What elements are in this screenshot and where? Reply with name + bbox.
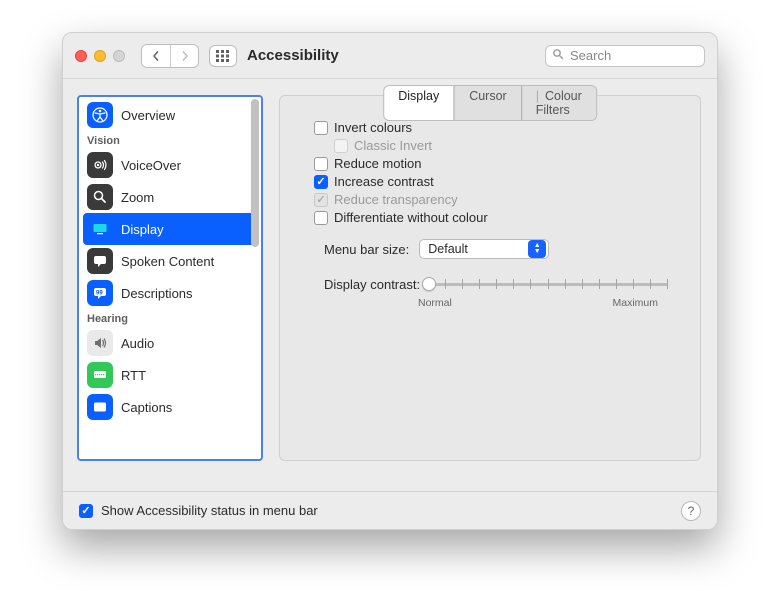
- sidebar-item-label: Zoom: [121, 190, 154, 205]
- window-controls: [75, 50, 125, 62]
- checkbox-show-status[interactable]: [79, 504, 93, 518]
- search-icon: [552, 48, 564, 63]
- tab-display[interactable]: Display: [384, 86, 454, 120]
- show-status-label: Show Accessibility status in menu bar: [101, 503, 318, 518]
- option-reduce-transparency: Reduce transparency: [314, 192, 684, 207]
- tab-cursor[interactable]: Cursor: [454, 86, 521, 120]
- tab-colour-filters[interactable]: |Colour Filters: [521, 86, 596, 120]
- display-icon: [87, 216, 113, 242]
- rtt-icon: [87, 362, 113, 388]
- sidebar: Overview Vision VoiceOver Zoom: [77, 95, 263, 461]
- grid-icon: [216, 50, 230, 62]
- sidebar-item-descriptions[interactable]: 99 Descriptions: [83, 277, 257, 309]
- sidebar-item-rtt[interactable]: RTT: [83, 359, 257, 391]
- zoom-icon: [87, 184, 113, 210]
- menu-bar-size-value: Default: [428, 242, 468, 256]
- sidebar-item-label: Captions: [121, 400, 172, 415]
- option-classic-invert: Classic Invert: [334, 138, 684, 153]
- zoom-window-button[interactable]: [113, 50, 125, 62]
- settings-panel: Display Cursor |Colour Filters Invert co…: [279, 95, 701, 461]
- sidebar-item-zoom[interactable]: Zoom: [83, 181, 257, 213]
- sidebar-scrollbar[interactable]: [251, 99, 259, 247]
- preferences-window: Accessibility Search Overview Vision: [62, 32, 718, 530]
- voiceover-icon: [87, 152, 113, 178]
- search-placeholder: Search: [570, 48, 611, 63]
- chevron-right-icon: [180, 51, 190, 61]
- spoken-content-icon: [87, 248, 113, 274]
- sidebar-item-label: RTT: [121, 368, 146, 383]
- back-button[interactable]: [142, 45, 170, 67]
- option-increase-contrast[interactable]: Increase contrast: [314, 174, 684, 189]
- sidebar-list: Overview Vision VoiceOver Zoom: [79, 97, 261, 425]
- menu-bar-size-select[interactable]: Default ▲▼: [419, 239, 549, 259]
- menu-bar-size-label: Menu bar size:: [324, 242, 409, 257]
- sidebar-category-vision: Vision: [83, 131, 257, 149]
- display-contrast-row: Display contrast:: [324, 275, 684, 293]
- chevron-left-icon: [151, 51, 161, 61]
- minimize-window-button[interactable]: [94, 50, 106, 62]
- sidebar-item-label: VoiceOver: [121, 158, 181, 173]
- tab-bar: Display Cursor |Colour Filters: [383, 85, 597, 121]
- sidebar-item-label: Descriptions: [121, 286, 193, 301]
- option-differentiate-without-colour[interactable]: Differentiate without colour: [314, 210, 684, 225]
- sidebar-category-hearing: Hearing: [83, 309, 257, 327]
- option-invert-colours[interactable]: Invert colours: [314, 120, 684, 135]
- menu-bar-size-row: Menu bar size: Default ▲▼: [324, 239, 684, 259]
- sidebar-item-label: Overview: [121, 108, 175, 123]
- slider-max-label: Maximum: [612, 297, 658, 309]
- checkbox-differentiate[interactable]: [314, 211, 328, 225]
- checkbox-increase-contrast[interactable]: [314, 175, 328, 189]
- sidebar-item-audio[interactable]: Audio: [83, 327, 257, 359]
- footer: Show Accessibility status in menu bar ?: [63, 491, 717, 529]
- audio-icon: [87, 330, 113, 356]
- accessibility-icon: [87, 102, 113, 128]
- forward-button[interactable]: [170, 45, 198, 67]
- checkbox-classic-invert: [334, 139, 348, 153]
- sidebar-item-captions[interactable]: Captions: [83, 391, 257, 423]
- slider-knob[interactable]: [422, 277, 436, 291]
- page-title: Accessibility: [247, 47, 339, 64]
- descriptions-icon: 99: [87, 280, 113, 306]
- show-all-button[interactable]: [209, 45, 237, 67]
- sidebar-item-label: Display: [121, 222, 164, 237]
- captions-icon: [87, 394, 113, 420]
- options-list: Invert colours Classic Invert Reduce mot…: [296, 114, 684, 225]
- sidebar-item-label: Audio: [121, 336, 154, 351]
- checkbox-reduce-motion[interactable]: [314, 157, 328, 171]
- sidebar-item-voiceover[interactable]: VoiceOver: [83, 149, 257, 181]
- search-field[interactable]: Search: [545, 45, 705, 67]
- sidebar-item-spoken-content[interactable]: Spoken Content: [83, 245, 257, 277]
- select-stepper-icon: ▲▼: [528, 240, 546, 258]
- slider-range-labels: Normal Maximum: [418, 297, 658, 309]
- display-contrast-slider[interactable]: [428, 275, 668, 293]
- option-reduce-motion[interactable]: Reduce motion: [314, 156, 684, 171]
- sidebar-item-display[interactable]: Display: [83, 213, 257, 245]
- display-contrast-label: Display contrast:: [324, 277, 420, 292]
- content-area: Overview Vision VoiceOver Zoom: [63, 79, 717, 491]
- nav-buttons: [141, 44, 199, 68]
- sidebar-item-label: Spoken Content: [121, 254, 214, 269]
- svg-text:99: 99: [96, 291, 103, 297]
- help-button[interactable]: ?: [681, 501, 701, 521]
- checkbox-reduce-transparency: [314, 193, 328, 207]
- checkbox-invert-colours[interactable]: [314, 121, 328, 135]
- close-window-button[interactable]: [75, 50, 87, 62]
- toolbar: Accessibility Search: [63, 33, 717, 79]
- sidebar-item-overview[interactable]: Overview: [83, 99, 257, 131]
- slider-min-label: Normal: [418, 297, 452, 309]
